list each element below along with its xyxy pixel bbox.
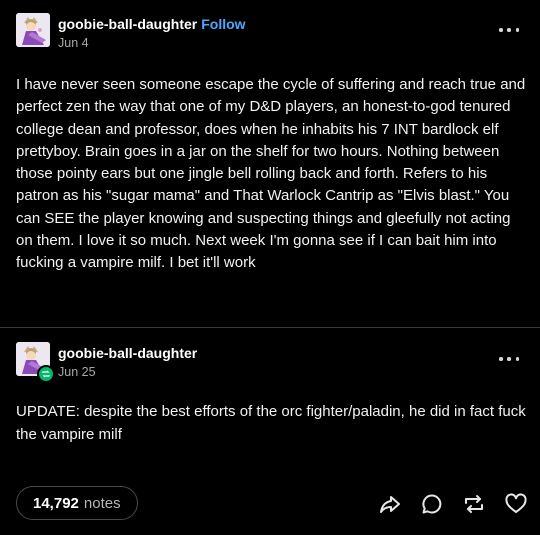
dot [499, 28, 503, 32]
divider [0, 327, 540, 328]
avatar[interactable] [16, 13, 50, 47]
dot [515, 357, 519, 361]
dot [499, 357, 503, 361]
reblog-icon[interactable] [462, 492, 486, 516]
reblog-badge-icon [37, 365, 55, 383]
post-date[interactable]: Jun 4 [58, 35, 89, 51]
dot [515, 28, 519, 32]
post-footer: 14,792 notes [15, 486, 528, 522]
dot [507, 28, 511, 32]
dot [507, 357, 511, 361]
reblog-body-text: UPDATE: despite the best efforts of the … [16, 403, 526, 443]
reblog-author-name[interactable]: goobie-ball-daughter [58, 345, 197, 361]
more-options-icon[interactable] [499, 26, 519, 34]
author-line: goobie-ball-daughter Follow [58, 15, 246, 33]
notes-label: notes [83, 494, 121, 512]
post-header: goobie-ball-daughter Follow Jun 4 [15, 12, 525, 52]
follow-button[interactable]: Follow [201, 16, 245, 32]
avatar-image [16, 13, 50, 47]
post-actions [360, 490, 528, 518]
like-icon[interactable] [504, 492, 528, 516]
reply-icon[interactable] [420, 492, 444, 516]
post-card: goobie-ball-daughter Follow Jun 4 I have … [0, 0, 540, 535]
author-name[interactable]: goobie-ball-daughter [58, 16, 197, 32]
notes-button[interactable]: 14,792 notes [16, 486, 138, 520]
share-icon[interactable] [378, 492, 402, 516]
reblog-author-line: goobie-ball-daughter [58, 344, 197, 362]
notes-count: 14,792 [33, 494, 79, 512]
reblog-header: goobie-ball-daughter Jun 25 [15, 341, 525, 383]
reblog-more-options-icon[interactable] [499, 355, 519, 363]
reblog-date[interactable]: Jun 25 [58, 364, 96, 380]
post-body-text: I have never seen someone escape the cyc… [16, 76, 526, 272]
